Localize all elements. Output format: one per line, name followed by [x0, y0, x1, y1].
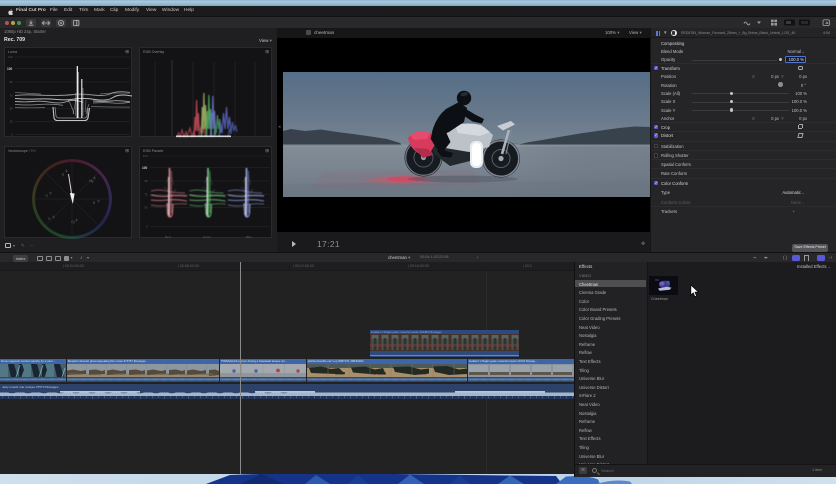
svg-text:Green: Green [203, 235, 212, 239]
svg-text:100: 100 [7, 67, 13, 71]
svg-text:Red: Red [165, 235, 171, 239]
svg-text:0: 0 [11, 133, 13, 137]
svg-text:Blue: Blue [246, 235, 252, 239]
svg-text:120: 120 [143, 154, 148, 158]
svg-text:90: 90 [145, 179, 149, 183]
svg-text:75: 75 [10, 94, 14, 98]
svg-text:50: 50 [145, 206, 149, 210]
svg-text:Cy: Cy [71, 220, 75, 224]
svg-text:75: 75 [145, 193, 149, 197]
svg-text:120: 120 [8, 55, 13, 59]
svg-text:90: 90 [10, 80, 14, 84]
svg-text:25: 25 [10, 120, 14, 124]
svg-text:Mg: Mg [89, 179, 94, 183]
svg-text:100: 100 [142, 166, 148, 170]
svg-text:R: R [62, 173, 65, 177]
svg-text:Yl: Yl [45, 194, 48, 198]
svg-text:0: 0 [146, 225, 148, 229]
svg-text:50: 50 [10, 107, 14, 111]
svg-text:B: B [93, 201, 95, 205]
